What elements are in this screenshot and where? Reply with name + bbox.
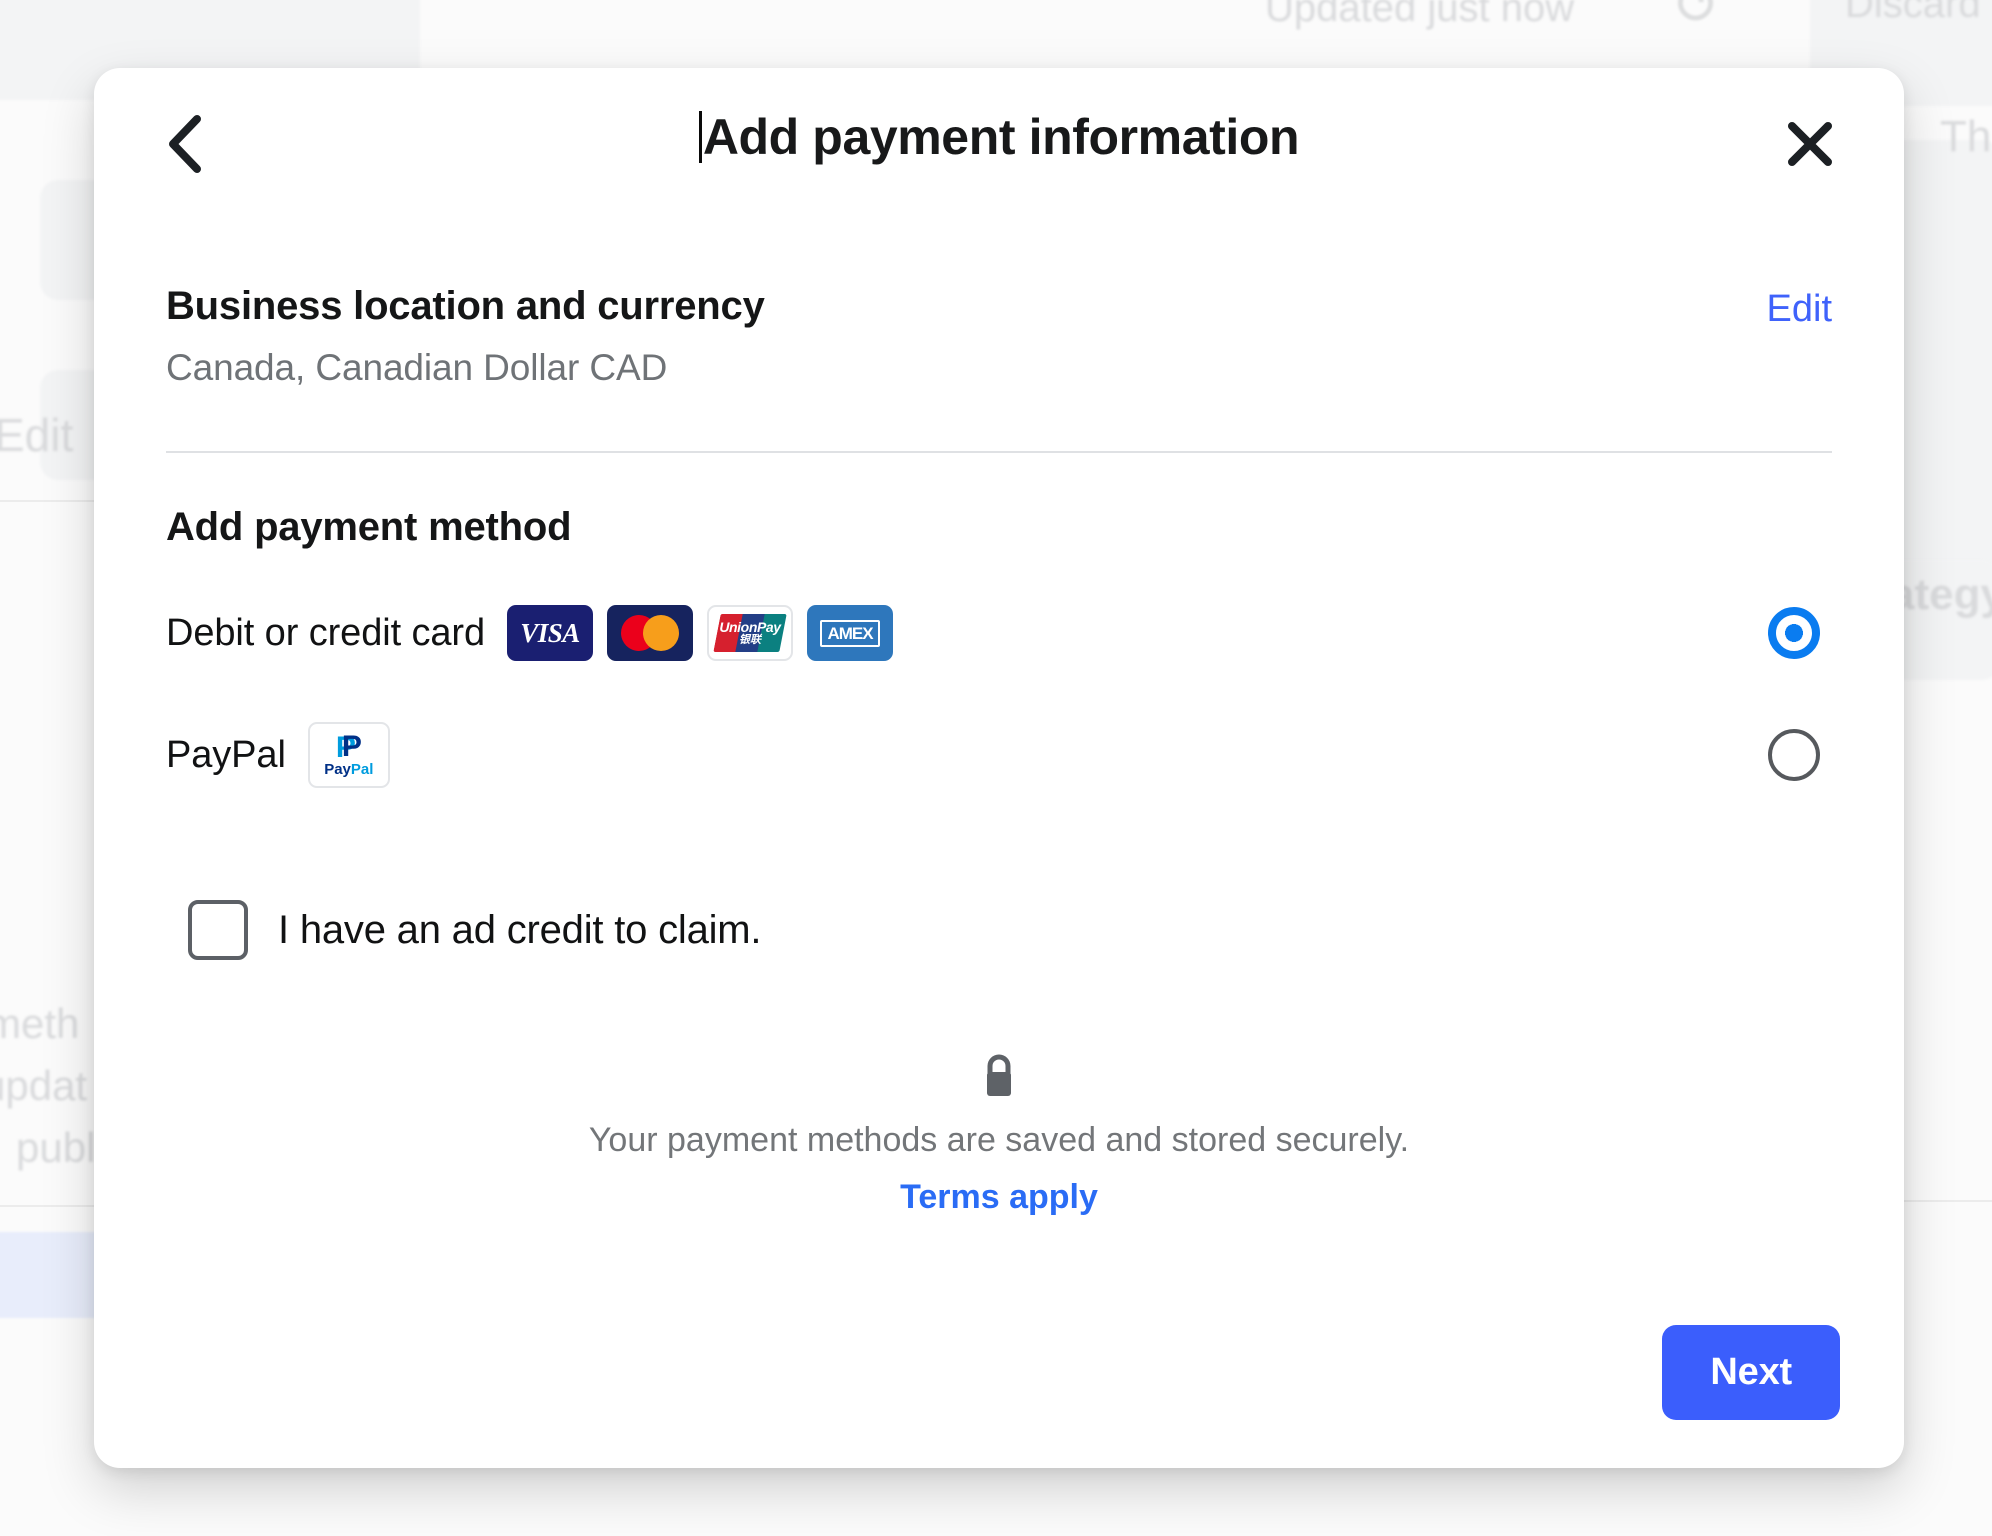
paypal-logo-text: PayPal bbox=[324, 761, 374, 778]
security-notice: Your payment methods are saved and store… bbox=[166, 1052, 1832, 1217]
business-location-section: Business location and currency Canada, C… bbox=[94, 284, 1904, 389]
background-discard-label: Discard bbox=[1845, 0, 1981, 26]
ad-credit-row[interactable]: I have an ad credit to claim. bbox=[188, 900, 1832, 960]
background-text-fragment: ategy bbox=[1890, 570, 1992, 619]
dialog-header: Add payment information bbox=[94, 68, 1904, 218]
security-notice-text: Your payment methods are saved and store… bbox=[588, 1121, 1410, 1159]
add-payment-method-heading: Add payment method bbox=[166, 505, 572, 549]
visa-icon: VISA bbox=[507, 605, 594, 661]
visa-logo-text: VISA bbox=[520, 617, 580, 648]
terms-apply-link[interactable]: Terms apply bbox=[900, 1178, 1098, 1217]
payment-method-paypal-label: PayPal bbox=[166, 733, 286, 776]
refresh-icon: ↺ bbox=[1672, 0, 1721, 37]
background-text-fragment: meth bbox=[0, 1000, 80, 1047]
business-location-texts: Business location and currency Canada, C… bbox=[166, 284, 765, 389]
dialog-footer: Next bbox=[1662, 1325, 1840, 1420]
next-button[interactable]: Next bbox=[1662, 1325, 1840, 1420]
screen: ↺ Updated just now Discard Edit Th ategy… bbox=[0, 0, 1992, 1536]
business-location-heading: Business location and currency bbox=[166, 284, 765, 328]
background-text-fragment: updat bbox=[0, 1062, 88, 1109]
unionpay-icon: UnionPay 银联 bbox=[707, 605, 794, 661]
lock-icon bbox=[987, 1054, 1011, 1096]
payment-method-paypal-radio[interactable] bbox=[1768, 729, 1820, 781]
close-button[interactable] bbox=[1776, 110, 1844, 178]
background-edit-label: Edit bbox=[0, 409, 74, 461]
business-location-row: Business location and currency Canada, C… bbox=[166, 284, 1832, 389]
add-payment-information-dialog: Add payment information Business locatio… bbox=[94, 68, 1904, 1468]
business-location-value: Canada, Canadian Dollar CAD bbox=[166, 347, 668, 388]
paypal-icon: PP PayPal bbox=[307, 722, 390, 788]
background-text-fragment: Th bbox=[1940, 112, 1992, 161]
add-payment-method-section: Add payment method Debit or credit card … bbox=[94, 505, 1904, 1217]
card-brand-logos: VISA UnionPay 银联 AMEX bbox=[507, 605, 894, 661]
background-updated-label: Updated just now bbox=[1265, 0, 1575, 30]
amex-logo-text: AMEX bbox=[820, 619, 880, 647]
paypal-monogram: PP bbox=[335, 730, 362, 764]
text-caret bbox=[698, 111, 702, 163]
payment-method-paypal[interactable]: PayPal PP PayPal bbox=[166, 716, 1832, 794]
edit-location-link[interactable]: Edit bbox=[1767, 284, 1832, 331]
payment-method-card[interactable]: Debit or credit card VISA UnionPay 银联 AM… bbox=[166, 594, 1832, 672]
unionpay-stripes: UnionPay 银联 bbox=[713, 614, 787, 652]
section-divider bbox=[166, 451, 1832, 453]
ad-credit-label: I have an ad credit to claim. bbox=[278, 907, 762, 952]
mastercard-icon bbox=[607, 605, 694, 661]
amex-icon: AMEX bbox=[807, 605, 894, 661]
paypal-brand-logo: PP PayPal bbox=[307, 722, 390, 788]
dialog-title-text: Add payment information bbox=[702, 109, 1300, 165]
dialog-title: Add payment information bbox=[94, 108, 1904, 166]
unionpay-logo-text: UnionPay 银联 bbox=[719, 619, 781, 646]
close-icon bbox=[1788, 122, 1832, 166]
payment-method-card-label: Debit or credit card bbox=[166, 611, 486, 654]
payment-method-card-radio[interactable] bbox=[1768, 607, 1820, 659]
background-text-fragment: publ bbox=[16, 1124, 96, 1171]
mastercard-circles bbox=[621, 615, 680, 651]
ad-credit-checkbox[interactable] bbox=[188, 900, 248, 960]
